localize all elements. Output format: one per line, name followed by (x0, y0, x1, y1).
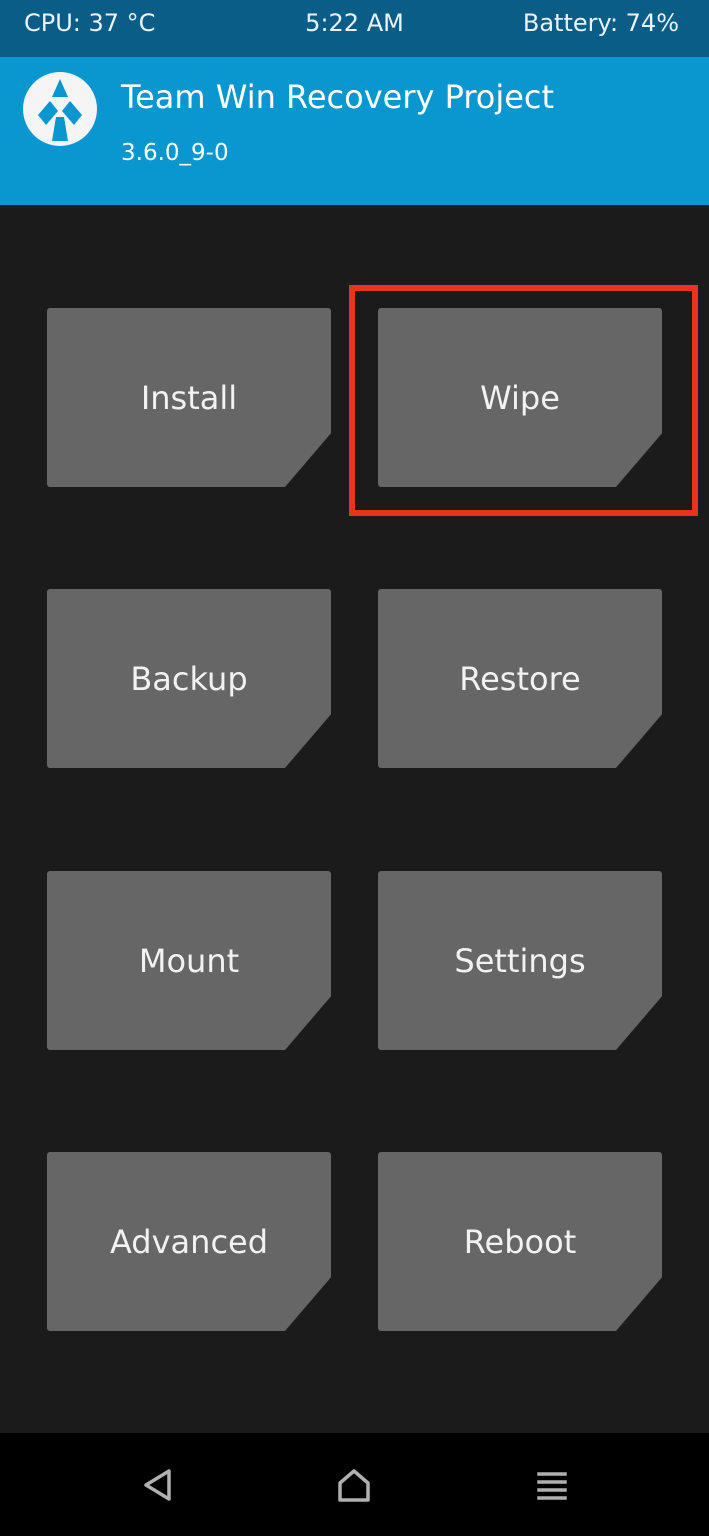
navigation-bar (0, 1433, 709, 1536)
wipe-button[interactable]: Wipe (378, 308, 662, 487)
app-header: Team Win Recovery Project 3.6.0_9-0 (0, 57, 709, 205)
reboot-button[interactable]: Reboot (378, 1152, 662, 1331)
install-button[interactable]: Install (47, 308, 331, 487)
app-title: Team Win Recovery Project (121, 78, 555, 116)
main-menu: Install Wipe Backup Restore Mount Settin… (0, 205, 709, 1433)
status-bar: CPU: 37 °C 5:22 AM Battery: 74% (0, 0, 709, 57)
backup-button[interactable]: Backup (47, 589, 331, 768)
twrp-logo-icon (23, 72, 97, 146)
app-version: 3.6.0_9-0 (121, 140, 229, 166)
home-icon[interactable] (332, 1463, 376, 1507)
menu-lines-icon[interactable] (530, 1463, 574, 1507)
restore-button[interactable]: Restore (378, 589, 662, 768)
battery-level: Battery: 74% (522, 9, 679, 37)
settings-button[interactable]: Settings (378, 871, 662, 1050)
advanced-button[interactable]: Advanced (47, 1152, 331, 1331)
back-triangle-icon[interactable] (136, 1463, 180, 1507)
mount-button[interactable]: Mount (47, 871, 331, 1050)
